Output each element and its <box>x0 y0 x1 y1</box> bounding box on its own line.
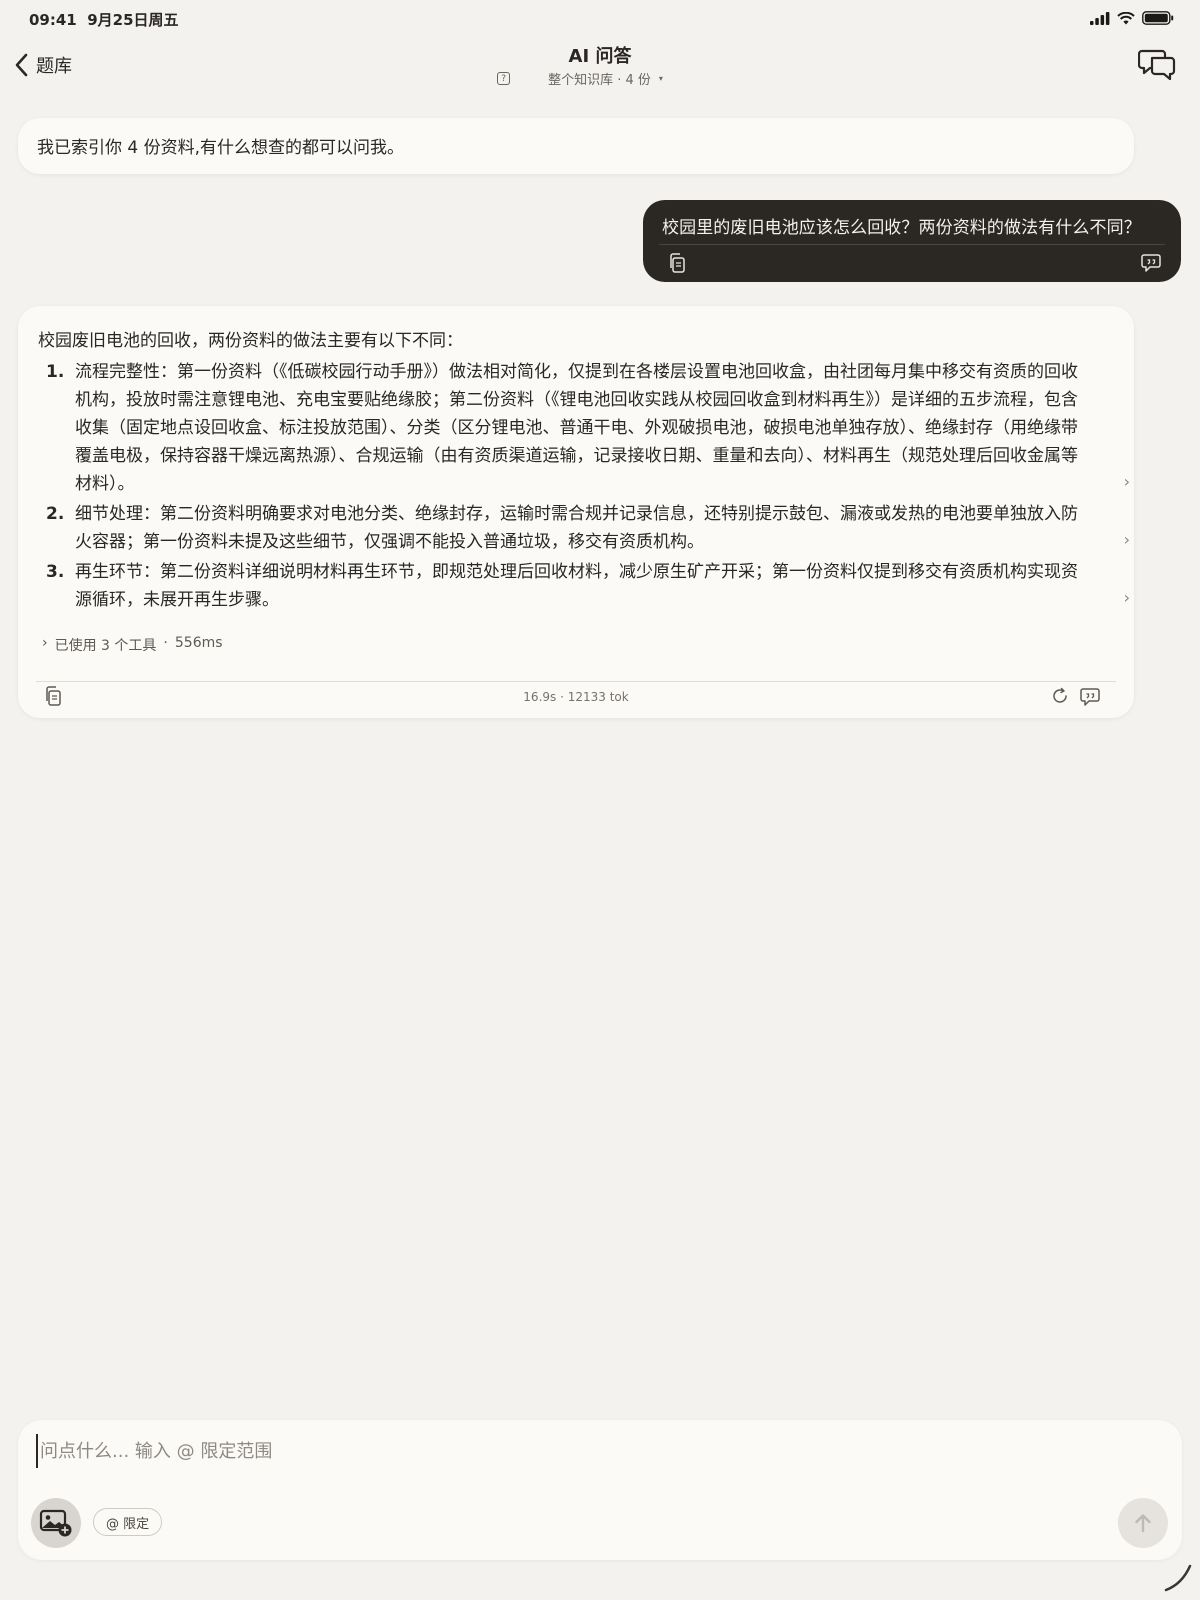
caret-down-icon: ▾ <box>658 74 663 83</box>
user-message-bubble: 校园里的废旧电池应该怎么回收？两份资料的做法有什么不同？ <box>643 200 1181 282</box>
chevron-right-icon[interactable]: › <box>1124 584 1130 612</box>
quote-icon[interactable] <box>1141 254 1161 272</box>
arrow-up-icon <box>1135 1514 1151 1533</box>
item-number: 1. <box>46 362 65 382</box>
divider <box>659 244 1165 245</box>
chevron-right-icon[interactable]: › <box>1124 468 1130 496</box>
answer-meta: 16.9s · 12133 tok <box>523 690 629 704</box>
status-bar: 09:41 9月25日周五 <box>0 0 1200 36</box>
image-add-icon <box>39 1509 72 1537</box>
user-message-text: 校园里的废旧电池应该怎么回收？两份资料的做法有什么不同？ <box>662 218 1141 238</box>
status-date: 9月25日周五 <box>87 11 179 29</box>
help-icon[interactable]: ? <box>497 72 511 85</box>
message-input[interactable] <box>36 1434 1136 1468</box>
item-text: 流程完整性：第一份资料（《低碳校园行动手册》）做法相对简化，仅提到在各楼层设置电… <box>75 362 1078 494</box>
message-composer: @ 限定 <box>18 1420 1182 1560</box>
tools-used-label: 已使用 3 个工具 <box>54 638 157 654</box>
wifi-icon <box>1117 11 1135 24</box>
assistant-greeting-bubble: 我已索引你 4 份资料,有什么想查的都可以问我。 <box>18 118 1134 174</box>
tools-used-toggle[interactable]: › 已使用 3 个工具 · 556ms <box>42 635 223 655</box>
attach-image-button[interactable] <box>31 1498 81 1548</box>
regenerate-icon[interactable] <box>1051 687 1069 705</box>
separator-dot: · <box>163 635 168 651</box>
tools-duration: 556ms <box>174 635 223 651</box>
answer-intro: 校园废旧电池的回收，两份资料的做法主要有以下不同： <box>38 331 463 351</box>
assistant-greeting-text: 我已索引你 4 份资料,有什么想查的都可以问我。 <box>37 138 405 158</box>
chat-history-icon[interactable] <box>1138 48 1176 80</box>
chevron-right-icon: › <box>42 635 48 651</box>
answer-item: 2. 细节处理：第二份资料明确要求对电池分类、绝缘封存，运输时需合规并记录信息，… <box>46 500 1130 556</box>
item-text: 细节处理：第二份资料明确要求对电池分类、绝缘封存，运输时需合规并记录信息，还特别… <box>75 504 1078 552</box>
quote-icon[interactable] <box>1080 688 1100 706</box>
answer-item: 1. 流程完整性：第一份资料（《低碳校园行动手册》）做法相对简化，仅提到在各楼层… <box>46 358 1130 498</box>
status-icons <box>1090 11 1174 25</box>
scope-selector[interactable]: ? 整个知识库 · 4 份 ▾ <box>0 69 1200 88</box>
item-number: 2. <box>46 504 65 524</box>
answer-item: 3. 再生环节：第二份资料详细说明材料再生环节，即规范处理后回收材料，减少原生矿… <box>46 558 1130 614</box>
item-text: 再生环节：第二份资料详细说明材料再生环节，即规范处理后回收材料，减少原生矿产开采… <box>75 562 1078 610</box>
page-title: AI 问答 <box>568 46 632 67</box>
item-number: 3. <box>46 562 65 582</box>
divider <box>36 681 1116 682</box>
signal-icon <box>1090 11 1110 25</box>
copy-icon[interactable] <box>668 253 686 273</box>
pencil-stroke-icon <box>1164 1564 1192 1592</box>
status-time: 09:41 9月25日周五 <box>29 11 179 29</box>
send-button[interactable] <box>1118 1498 1168 1548</box>
assistant-answer-bubble: 校园废旧电池的回收，两份资料的做法主要有以下不同： 1. 流程完整性：第一份资料… <box>18 306 1134 718</box>
battery-icon <box>1142 11 1174 25</box>
answer-list: 1. 流程完整性：第一份资料（《低碳校园行动手册》）做法相对简化，仅提到在各楼层… <box>46 358 1130 616</box>
scope-label: 整个知识库 · 4 份 <box>548 73 651 88</box>
scope-chip[interactable]: @ 限定 <box>93 1508 163 1536</box>
chevron-right-icon[interactable]: › <box>1124 526 1130 554</box>
